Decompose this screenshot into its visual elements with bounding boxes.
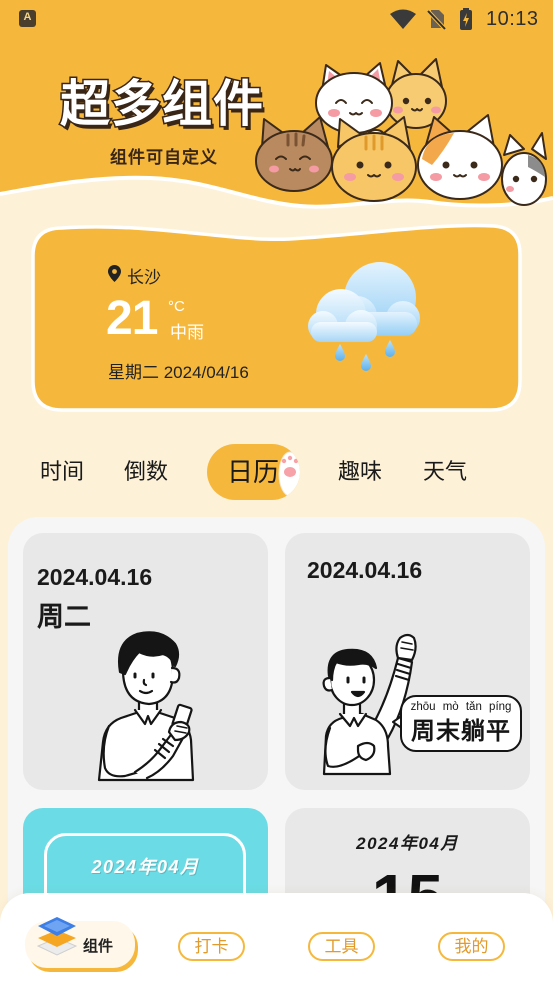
widget-month: 2024年04月 bbox=[356, 834, 459, 853]
tab-calendar[interactable]: 日历 bbox=[207, 444, 300, 500]
weather-unit: °C bbox=[168, 298, 185, 315]
no-sim-icon bbox=[426, 9, 447, 30]
tab-calendar-label: 日历 bbox=[227, 457, 280, 487]
cats-illustration bbox=[255, 58, 547, 206]
weather-temperature: 21 bbox=[106, 292, 158, 345]
banner-title: 超多组件 bbox=[59, 75, 265, 134]
battery-charging-icon bbox=[460, 8, 472, 30]
paw-icon bbox=[278, 451, 300, 497]
weather-city: 长沙 bbox=[127, 268, 161, 287]
widget-weekday: 周二 bbox=[37, 602, 91, 632]
nav-checkin[interactable]: 打卡 bbox=[178, 932, 245, 961]
widget-date: 2024.04.16 bbox=[37, 564, 153, 590]
bubble-pinyin: zhōu mò tǎn píng bbox=[410, 701, 512, 713]
bubble-text: 周末躺平 bbox=[411, 718, 511, 745]
nav-tools[interactable]: 工具 bbox=[308, 932, 375, 961]
android-notification-icon: A bbox=[19, 10, 36, 27]
tab-countdown[interactable]: 倒数 bbox=[114, 456, 178, 488]
nav-widgets-label: 组件 bbox=[83, 938, 114, 955]
widget-month: 2024年04月 bbox=[91, 857, 200, 877]
tab-weather[interactable]: 天气 bbox=[413, 456, 477, 488]
tab-time[interactable]: 时间 bbox=[30, 456, 94, 488]
widget-date: 2024.04.16 bbox=[307, 557, 423, 583]
status-time: 10:13 bbox=[486, 8, 539, 30]
weather-condition: 中雨 bbox=[170, 323, 204, 342]
layers-icon bbox=[36, 917, 78, 956]
banner-subtitle: 组件可自定义 bbox=[110, 148, 218, 167]
weather-date: 星期二 2024/04/16 bbox=[108, 363, 249, 382]
cloud-rain-icon bbox=[308, 262, 420, 371]
man-with-phone-illustration bbox=[97, 631, 195, 782]
notification-glyph: A bbox=[23, 11, 32, 23]
wifi-icon bbox=[390, 9, 416, 29]
location-pin-icon bbox=[108, 265, 121, 282]
speech-bubble: zhōu mò tǎn píng 周末躺平 bbox=[400, 695, 522, 752]
tab-fun[interactable]: 趣味 bbox=[328, 456, 392, 488]
nav-mine[interactable]: 我的 bbox=[438, 932, 505, 961]
